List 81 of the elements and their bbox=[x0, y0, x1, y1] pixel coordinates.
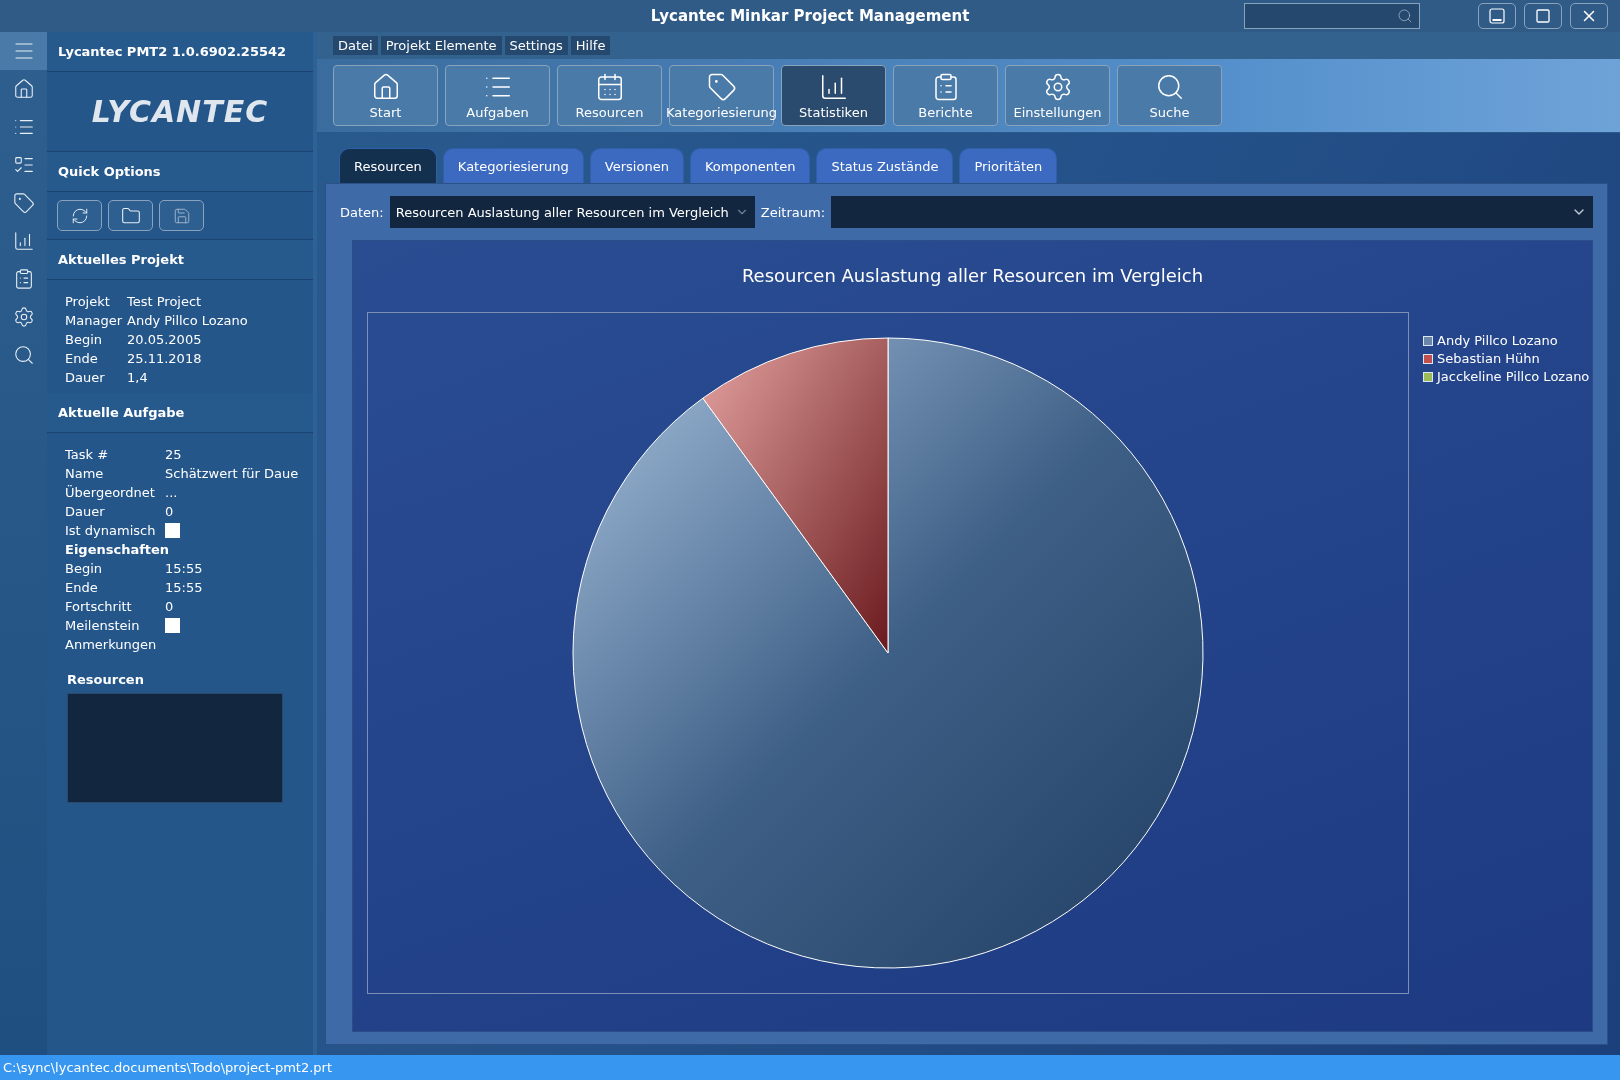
menu-item[interactable]: Settings bbox=[504, 36, 568, 55]
menu-item[interactable]: Hilfe bbox=[570, 36, 611, 55]
close-button[interactable] bbox=[1570, 3, 1608, 29]
chart-title: Resourcen Auslastung aller Resourcen im Vergleich bbox=[741, 265, 1204, 286]
bar-chart-icon bbox=[12, 230, 35, 252]
field-label: Begin bbox=[65, 561, 104, 576]
tab[interactable]: Komponenten bbox=[689, 148, 811, 183]
field-value: 20.05.2005 bbox=[127, 332, 202, 347]
data-dropdown[interactable]: Resourcen Auslastung aller Resourcen im Vergleich bbox=[389, 196, 755, 228]
field-value: Schätzwert für Daue bbox=[165, 466, 299, 481]
field-value: 25.11.2018 bbox=[127, 351, 202, 366]
tab[interactable]: Status Zustände bbox=[816, 148, 954, 183]
field-label: Task # bbox=[65, 447, 110, 462]
app-version: Lycantec PMT2 1.0.6902.25542 bbox=[47, 32, 313, 72]
field-value: 0 bbox=[165, 504, 174, 519]
section-title: Quick Options bbox=[47, 152, 313, 192]
menu-button[interactable] bbox=[0, 32, 47, 70]
field-value: Test Project bbox=[127, 294, 202, 309]
save-button[interactable] bbox=[159, 200, 204, 231]
menu-item[interactable]: Datei bbox=[333, 36, 378, 55]
field-label: Begin bbox=[65, 332, 104, 347]
field-label: Meilenstein bbox=[65, 618, 141, 633]
search-field[interactable] bbox=[1244, 3, 1420, 29]
field-value: Andy Pillco Lozano bbox=[127, 313, 248, 328]
minimize-icon bbox=[1489, 8, 1505, 24]
status-bar: C:\sync\lycantec.documents\Todo\project-pmt2.prt bbox=[0, 1055, 1620, 1080]
group-heading: Eigenschaften bbox=[65, 542, 171, 557]
field-label: Projekt bbox=[65, 294, 111, 309]
field-label: Ende bbox=[65, 351, 99, 366]
field-label: Ende bbox=[65, 580, 99, 595]
field-value: 1,4 bbox=[127, 370, 148, 385]
section-title: Aktuelles Projekt bbox=[47, 240, 313, 280]
field-label: Name bbox=[65, 466, 105, 481]
folder-icon bbox=[120, 205, 141, 226]
field-label: Übergeordnet bbox=[65, 485, 156, 500]
field-label: Daten: bbox=[340, 204, 384, 220]
toolbar-button[interactable]: Resourcen bbox=[557, 65, 662, 126]
minimize-button[interactable] bbox=[1478, 3, 1516, 29]
toolbar-button[interactable]: Berichte bbox=[893, 65, 998, 126]
toolbar-button[interactable]: Statistiken bbox=[781, 65, 886, 126]
field-label: Dauer bbox=[65, 370, 106, 385]
field-value: 25 bbox=[165, 447, 182, 462]
home-icon bbox=[12, 78, 35, 100]
field-label: Manager bbox=[65, 313, 123, 328]
search-icon bbox=[12, 344, 35, 366]
tab[interactable]: Prioritäten bbox=[959, 148, 1058, 183]
open-folder-button[interactable] bbox=[108, 200, 153, 231]
section-title: Resourcen bbox=[66, 671, 145, 689]
field-value: 0 bbox=[165, 599, 174, 614]
field-label: Fortschritt bbox=[65, 599, 133, 614]
tab[interactable]: Resourcen bbox=[339, 148, 437, 183]
maximize-button[interactable] bbox=[1524, 3, 1562, 29]
maximize-icon bbox=[1535, 8, 1551, 24]
toolbar-button[interactable]: Aufgaben bbox=[445, 65, 550, 126]
checkbox[interactable] bbox=[165, 618, 180, 633]
toolbar-button[interactable]: Start bbox=[333, 65, 438, 126]
field-value: ... bbox=[165, 485, 178, 500]
field-label: Zeitraum: bbox=[760, 204, 826, 220]
field-value: 15:55 bbox=[165, 561, 203, 576]
field-label: Ist dynamisch bbox=[65, 523, 157, 538]
refresh-icon bbox=[70, 206, 89, 225]
field-label: Dauer bbox=[65, 504, 106, 519]
window-title: Lycantec Minkar Project Management bbox=[650, 7, 970, 25]
legend-label: Sebastian Hühn bbox=[1437, 350, 1540, 368]
tag-icon bbox=[706, 71, 737, 102]
toolbar-button[interactable]: Einstellungen bbox=[1005, 65, 1110, 126]
settings-icon bbox=[12, 306, 35, 328]
legend-label: Andy Pillco Lozano bbox=[1437, 332, 1558, 350]
tab[interactable]: Versionen bbox=[589, 148, 684, 183]
menu-item[interactable]: Projekt Elemente bbox=[380, 36, 502, 55]
toolbar-button[interactable]: Kategoriesierung bbox=[669, 65, 774, 126]
section-title: Aktuelle Aufgabe bbox=[47, 393, 313, 433]
field-value: 15:55 bbox=[165, 580, 203, 595]
tag-icon bbox=[12, 192, 35, 214]
legend-label: Jacckeline Pillco Lozano bbox=[1437, 368, 1590, 386]
field-label: Anmerkungen bbox=[65, 637, 158, 652]
toolbar-button[interactable]: Suche bbox=[1117, 65, 1222, 126]
search-icon bbox=[1397, 8, 1413, 24]
checkbox[interactable] bbox=[165, 523, 180, 538]
tab[interactable]: Kategoriesierung bbox=[442, 148, 584, 183]
refresh-button[interactable] bbox=[57, 200, 102, 231]
